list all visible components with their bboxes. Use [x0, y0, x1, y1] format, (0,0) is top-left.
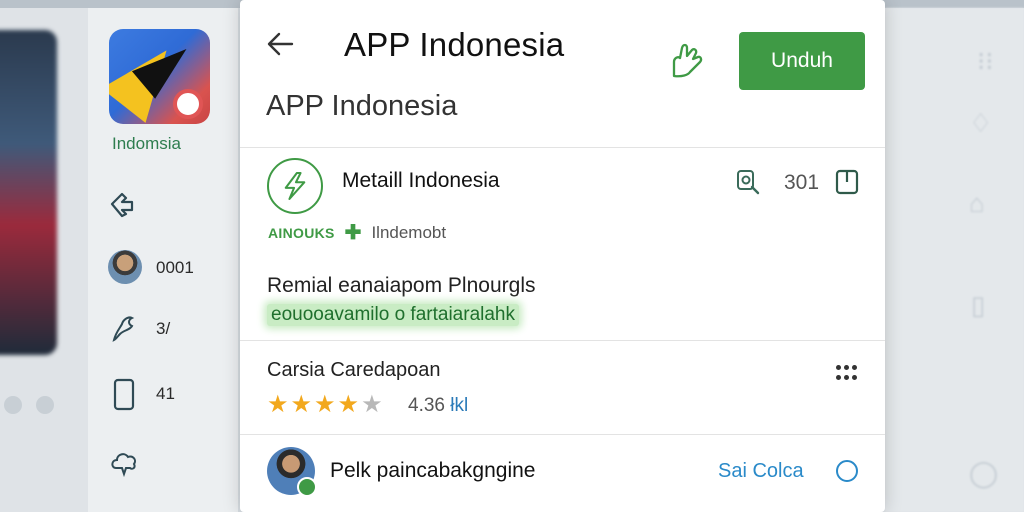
- ghost-icon: ◯: [969, 458, 999, 488]
- tool-icon[interactable]: [108, 312, 140, 344]
- star-icon: ★: [361, 391, 383, 418]
- app-icon-dot: [173, 89, 203, 119]
- right-panel: ⁝⁝ ♢ ⌂ ▯ ◯: [885, 8, 1024, 512]
- verified-badge-icon: [297, 477, 317, 497]
- star-icon: ★: [267, 391, 289, 418]
- see-all-link[interactable]: Sai Colca: [718, 460, 804, 483]
- ghost-icon: ⌂: [969, 188, 985, 218]
- developer-sub: Ilndemobt: [371, 223, 447, 242]
- more-options-icon[interactable]: [835, 363, 859, 387]
- dot-indicator: [36, 396, 54, 414]
- ghost-icon: ♢: [969, 108, 993, 138]
- developer-meta: AINOUKS ✚ Ilndemobt: [268, 223, 446, 243]
- star-icon: ★: [290, 391, 313, 418]
- stat-value: 41: [156, 384, 175, 403]
- rating-stars: ★ ★ ★ ★ ★: [267, 390, 383, 419]
- dialog-title: APP Indonesia: [344, 26, 565, 63]
- divider: [240, 434, 885, 435]
- plus-icon[interactable]: ✚: [345, 223, 362, 243]
- app-subtitle: APP Indonesia: [266, 90, 458, 122]
- app-details-dialog: APP Indonesia Unduh APP Indonesia Metail…: [240, 0, 885, 512]
- stat-value: 0001: [156, 258, 194, 277]
- star-icon: ★: [314, 391, 336, 418]
- circle-icon[interactable]: [836, 460, 858, 482]
- back-arrow-icon[interactable]: [264, 28, 296, 60]
- rating-value: 4.36 łkl: [408, 395, 468, 417]
- star-icon: ★: [337, 391, 360, 418]
- developer-badge: AINOUKS: [268, 225, 335, 241]
- rating-label: Carsia Caredapoan: [267, 359, 441, 381]
- download-button[interactable]: Unduh: [739, 32, 865, 90]
- divider: [240, 340, 885, 341]
- reviewer-avatar[interactable]: [267, 447, 317, 497]
- stat-value: 3/: [156, 319, 171, 338]
- device-icon[interactable]: [112, 378, 138, 412]
- puzzle-icon[interactable]: [108, 188, 140, 220]
- ghost-icon: ⁝⁝: [977, 46, 994, 76]
- dot-indicator: [4, 396, 22, 414]
- developer-name[interactable]: Metaill Indonesia: [342, 169, 500, 193]
- rating-suffix: łkl: [450, 395, 469, 416]
- phone-preview-image: [0, 30, 57, 355]
- developer-logo-icon[interactable]: [267, 158, 323, 214]
- description-link[interactable]: eouooavamilo o fartaiaralahk: [267, 304, 519, 326]
- app-icon[interactable]: [109, 29, 210, 124]
- avatar[interactable]: [108, 250, 142, 284]
- rating-number: 4.36: [408, 395, 445, 416]
- description-title: Remial eanaiapom Plnourgls: [267, 274, 536, 297]
- download-count: 301: [784, 171, 820, 194]
- bookmark-icon[interactable]: [834, 168, 860, 196]
- cloud-icon[interactable]: [108, 446, 140, 478]
- divider: [240, 147, 885, 148]
- app-name: Indomsia: [112, 134, 181, 153]
- ghost-icon: ▯: [971, 290, 986, 320]
- search-icon[interactable]: [735, 169, 761, 195]
- review-text: Pelk paincabakgngine: [330, 459, 536, 482]
- hand-icon[interactable]: [668, 40, 706, 80]
